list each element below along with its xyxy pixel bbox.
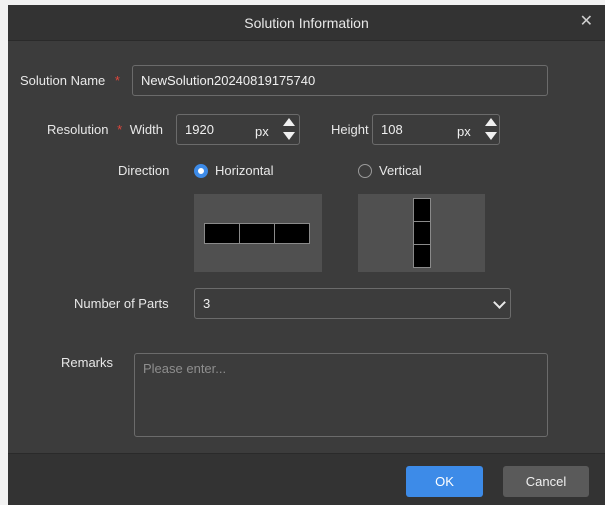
width-input[interactable]: 1920 px <box>176 114 300 145</box>
dialog-title-bar: Solution Information ✕ <box>8 5 605 41</box>
radio-vertical[interactable] <box>358 164 372 178</box>
solution-name-label-text: Solution Name <box>20 73 106 88</box>
increment-arrow-icon[interactable] <box>283 118 295 126</box>
direction-label: Direction <box>118 163 170 178</box>
preview-part <box>413 221 431 245</box>
dialog-footer: OK Cancel <box>8 453 605 505</box>
preview-part <box>274 223 310 244</box>
height-label: Height <box>331 122 369 137</box>
solution-name-value: NewSolution20240819175740 <box>141 73 316 88</box>
decrement-arrow-icon[interactable] <box>283 132 295 140</box>
height-unit: px <box>457 124 471 139</box>
vertical-layout-preview <box>358 194 485 272</box>
increment-arrow-icon[interactable] <box>485 118 497 126</box>
width-value: 1920 <box>185 122 214 137</box>
dialog-title: Solution Information <box>244 15 369 31</box>
cancel-button[interactable]: Cancel <box>503 466 589 497</box>
number-of-parts-select[interactable]: 3 <box>194 288 511 319</box>
solution-name-input[interactable]: NewSolution20240819175740 <box>132 65 548 96</box>
height-input[interactable]: 108 px <box>372 114 500 145</box>
close-icon[interactable]: ✕ <box>580 13 593 31</box>
remarks-label: Remarks <box>61 355 114 370</box>
required-mark: * <box>114 73 120 88</box>
solution-information-dialog: Solution Information ✕ Solution Name * N… <box>8 5 605 505</box>
radio-horizontal[interactable] <box>194 164 208 178</box>
number-of-parts-label: Number of Parts <box>74 296 169 311</box>
required-mark: * <box>117 122 123 137</box>
width-unit: px <box>255 124 269 139</box>
resolution-label: Resolution * Width <box>47 122 163 137</box>
preview-part <box>239 223 275 244</box>
remarks-textarea[interactable]: Please enter... <box>134 353 548 437</box>
preview-part <box>413 244 431 268</box>
radio-horizontal-label[interactable]: Horizontal <box>215 163 274 178</box>
horizontal-layout-preview <box>194 194 322 272</box>
height-value: 108 <box>381 122 403 137</box>
height-spinner[interactable] <box>484 116 498 142</box>
solution-name-label: Solution Name * <box>20 73 120 88</box>
chevron-down-icon[interactable] <box>493 296 506 309</box>
width-spinner[interactable] <box>282 116 296 142</box>
number-of-parts-value: 3 <box>203 296 211 311</box>
resolution-label-text: Resolution <box>47 122 109 137</box>
ok-button[interactable]: OK <box>406 466 483 497</box>
radio-vertical-label[interactable]: Vertical <box>379 163 422 178</box>
width-label: Width <box>129 122 163 137</box>
preview-part <box>204 223 240 244</box>
preview-part <box>413 198 431 222</box>
remarks-placeholder: Please enter... <box>143 361 227 376</box>
decrement-arrow-icon[interactable] <box>485 132 497 140</box>
